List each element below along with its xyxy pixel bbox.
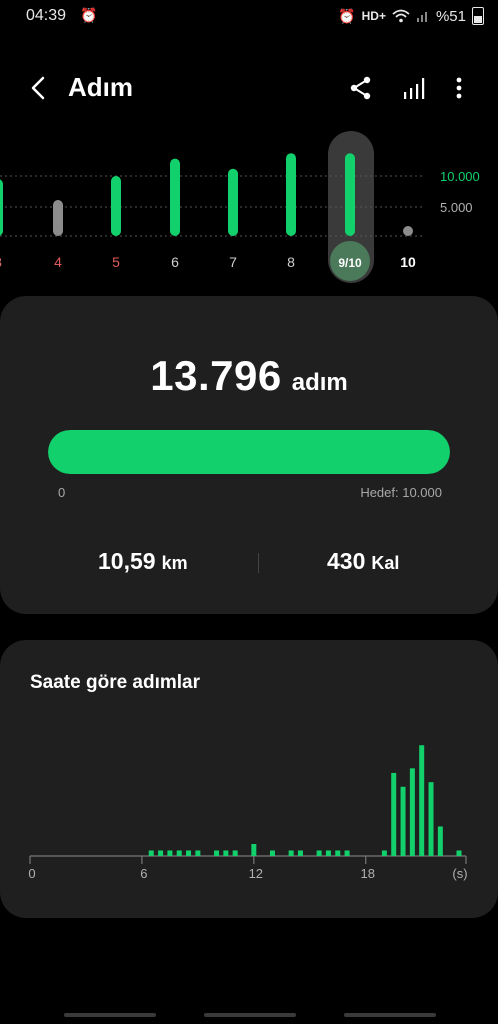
- week-day-label[interactable]: 3: [0, 254, 2, 270]
- goal-label: 10.000: [440, 169, 480, 184]
- hourly-bar: [186, 850, 192, 856]
- network-label: HD+: [361, 9, 386, 23]
- hourly-bar: [148, 850, 154, 856]
- hourly-bar: [428, 782, 434, 856]
- status-time: 04:39: [26, 7, 67, 24]
- goal-progress-bar: [48, 430, 450, 474]
- hourly-bar: [381, 850, 387, 856]
- hourly-bar: [344, 850, 350, 856]
- stat-divider: [258, 553, 259, 573]
- distance-stat: 10,59 km: [98, 548, 188, 575]
- distance-unit: km: [161, 553, 188, 573]
- progress-min-label: 0: [58, 485, 66, 500]
- calories-unit: Kal: [371, 553, 400, 573]
- system-nav-bar: [0, 1000, 498, 1024]
- hourly-tick-label: 12: [249, 866, 263, 881]
- week-bar-9-10[interactable]: [345, 153, 355, 236]
- hourly-unit-label: (s): [452, 866, 467, 881]
- share-icon[interactable]: [347, 74, 375, 102]
- hourly-bar: [167, 850, 173, 856]
- hourly-tick-label: 6: [140, 866, 147, 881]
- distance-value: 10,59: [98, 548, 156, 574]
- week-bar-7[interactable]: [228, 168, 238, 236]
- week-day-label[interactable]: 4: [54, 254, 62, 270]
- week-bar-4[interactable]: [53, 200, 63, 236]
- recent-apps-button[interactable]: [64, 1013, 156, 1017]
- hourly-bar: [288, 850, 294, 856]
- week-day-label[interactable]: 5: [112, 254, 120, 270]
- status-bar: 04:39 ⏰ ⏰ HD+ %51: [0, 0, 498, 32]
- back-nav-button[interactable]: [344, 1013, 436, 1017]
- hourly-bar: [419, 745, 425, 856]
- back-button[interactable]: [22, 70, 54, 106]
- hourly-bar: [232, 850, 238, 856]
- more-vertical-icon[interactable]: [448, 74, 470, 102]
- hourly-bar: [391, 772, 397, 856]
- week-day-label[interactable]: 9/10: [338, 256, 362, 270]
- alarm-icon: ⏰: [338, 7, 356, 24]
- progress-goal-label: Hedef: 10.000: [360, 485, 442, 500]
- battery-icon: [472, 7, 484, 25]
- week-bar-3[interactable]: [0, 179, 3, 236]
- battery-level: %51: [435, 7, 466, 25]
- hourly-bar: [251, 844, 257, 856]
- hourly-bar: [316, 850, 322, 856]
- bar-chart-icon[interactable]: [401, 74, 429, 102]
- hourly-bar: [223, 850, 229, 856]
- hourly-bar: [297, 850, 303, 856]
- weekly-steps-chart[interactable]: 10.000 5.000 3 4 5 6 7 8 9/10 10: [0, 125, 498, 290]
- hourly-bar: [269, 850, 275, 856]
- calories-stat: 430 Kal: [327, 548, 399, 575]
- hourly-bar: [400, 786, 406, 856]
- hourly-bar: [176, 850, 182, 856]
- week-bar-6[interactable]: [170, 158, 180, 236]
- week-bar-5[interactable]: [111, 176, 121, 236]
- signal-icon: [416, 12, 427, 22]
- hourly-bar: [158, 850, 164, 856]
- hourly-title: Saate göre adımlar: [30, 672, 201, 693]
- hourly-bar: [409, 768, 415, 856]
- week-bar-10[interactable]: [403, 226, 413, 236]
- week-day-label[interactable]: 6: [171, 254, 179, 270]
- half-goal-label: 5.000: [440, 200, 473, 215]
- home-button[interactable]: [204, 1013, 296, 1017]
- goal-progress-fill: [48, 430, 450, 474]
- hourly-bar: [195, 850, 201, 856]
- week-bar-8[interactable]: [286, 153, 296, 236]
- step-total: 13.796 adım: [0, 352, 498, 400]
- wifi-icon: [392, 9, 410, 23]
- step-count: 13.796: [150, 352, 282, 399]
- hourly-bar: [214, 850, 220, 856]
- week-day-label[interactable]: 10: [400, 254, 416, 270]
- hourly-tick-label: 18: [361, 866, 375, 881]
- hourly-bar: [335, 850, 341, 856]
- hourly-bar: [325, 850, 331, 856]
- hourly-bar: [437, 826, 443, 856]
- week-day-label[interactable]: 8: [287, 254, 295, 270]
- step-unit: adım: [291, 369, 348, 396]
- page-title: Adım: [68, 72, 133, 102]
- week-day-label[interactable]: 7: [229, 254, 237, 270]
- hourly-bar: [456, 850, 462, 856]
- alarm-icon: ⏰: [80, 7, 98, 23]
- calories-value: 430: [327, 548, 366, 574]
- status-indicators: ⏰ HD+ %51: [338, 7, 484, 25]
- hourly-steps-chart[interactable]: 0 6 12 18 (s): [0, 700, 498, 900]
- hourly-tick-label: 0: [28, 866, 35, 881]
